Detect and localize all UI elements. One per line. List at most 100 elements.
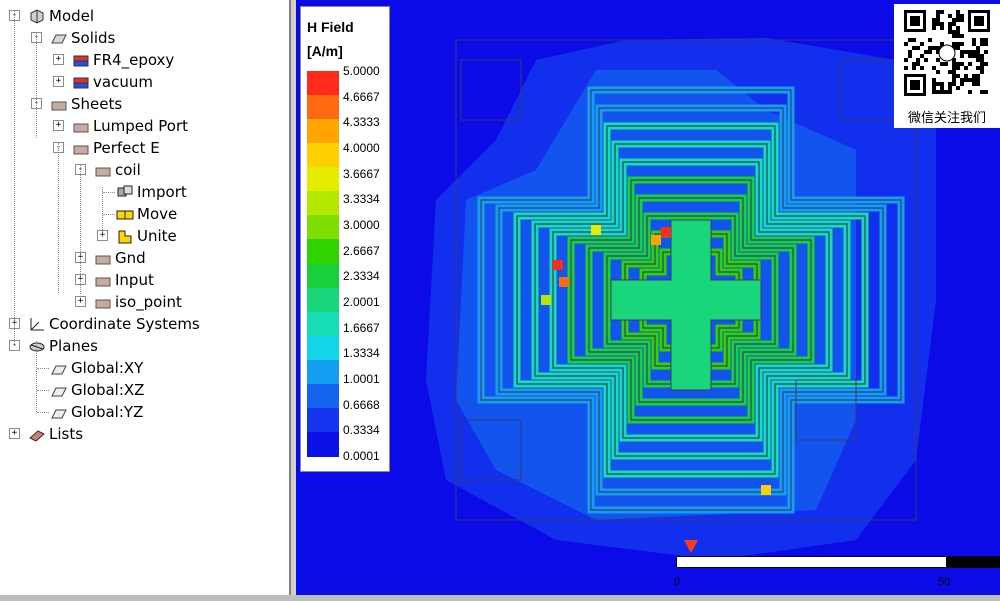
tree-item-label: Move [137, 205, 178, 223]
legend-tick-label: 1.0001 [343, 372, 380, 386]
tree-item-gnd[interactable]: + Gnd [0, 247, 289, 269]
tree-item-label: Input [115, 271, 154, 289]
tree-item-vacuum[interactable]: + vacuum [0, 71, 289, 93]
legend-tick-label: 0.6668 [343, 397, 380, 412]
material-icon [72, 52, 90, 67]
legend-swatch [307, 215, 339, 240]
material-icon [72, 74, 90, 89]
tree-item-label: Sheets [71, 95, 123, 113]
expand-icon[interactable]: + [53, 54, 64, 65]
tree-item-label: Solids [71, 29, 116, 47]
legend-swatch [307, 407, 339, 433]
tree-item-import[interactable]: Import [0, 181, 289, 203]
tree-item-sheets[interactable]: - Sheets [0, 93, 289, 115]
tree-item-label: Perfect E [93, 139, 160, 157]
legend-tick-label: 2.0001 [343, 295, 380, 309]
tree-item-label: Import [137, 183, 187, 201]
legend-tick-label: 3.6667 [343, 166, 380, 181]
tree-item-global-yz[interactable]: Global:YZ [0, 401, 289, 423]
tree-item-fr4-epoxy[interactable]: + FR4_epoxy [0, 49, 289, 71]
legend-tick-label: 4.6667 [343, 89, 380, 104]
tree-item-label: Lists [49, 425, 84, 443]
tree-item-coordinate-systems[interactable]: + Coordinate Systems [0, 313, 289, 335]
tree-item-iso-point[interactable]: + iso_point [0, 291, 289, 313]
sheet-icon [94, 272, 112, 287]
legend-tick-label: 2.3334 [343, 269, 380, 284]
legend-tick-label: 3.0000 [343, 218, 380, 232]
legend-swatch [307, 191, 339, 216]
legend-swatch [307, 71, 339, 96]
legend-swatch [307, 383, 339, 409]
expand-icon[interactable]: + [75, 296, 86, 307]
qr-code-icon [902, 8, 992, 98]
sheet-icon [72, 140, 90, 155]
legend-swatch [307, 431, 339, 457]
coordinate-systems-icon [28, 316, 46, 331]
tree-item-lists[interactable]: + Lists [0, 423, 289, 445]
plane-icon [50, 382, 68, 397]
tree-item-label: Model [49, 7, 95, 25]
tree-item-planes[interactable]: - Planes [0, 335, 289, 357]
tree-item-label: iso_point [115, 293, 182, 311]
legend-tick-label: 0.0001 [343, 449, 380, 463]
sheet-icon [94, 250, 112, 265]
plane-icon [50, 404, 68, 419]
tree-item-label: Coordinate Systems [49, 315, 200, 333]
lists-icon [28, 426, 46, 442]
tree-item-label: Gnd [115, 249, 146, 267]
scale-start-label: 0 [674, 576, 681, 588]
project-tree[interactable]: - Model - Solids + FR4_epoxy + vacuum - Sheets + Lu… [0, 0, 291, 595]
legend-tick-label: 0.3334 [343, 423, 380, 438]
legend-swatch [307, 311, 339, 337]
tree-item-coil[interactable]: - coil [0, 159, 289, 181]
tree-item-perfect-e[interactable]: - Perfect E [0, 137, 289, 159]
legend-tick-label: 1.6667 [343, 320, 380, 335]
tree-item-label: Global:YZ [71, 403, 144, 421]
tree-item-label: Global:XZ [71, 381, 145, 399]
scale-bar: 0 50 [674, 556, 1000, 588]
tree-item-lumped-port[interactable]: + Lumped Port [0, 115, 289, 137]
model-icon [28, 8, 46, 24]
color-legend: H Field [A/m] 5.0000 4.6667 4.3333 4.0000 3.… [300, 6, 390, 472]
legend-unit: [A/m] [307, 43, 343, 59]
tree-item-global-xz[interactable]: Global:XZ [0, 379, 289, 401]
tree-item-unite[interactable]: + Unite [0, 225, 289, 247]
status-strip [0, 595, 1000, 601]
legend-swatch [307, 359, 339, 385]
expand-icon[interactable]: + [9, 428, 20, 439]
legend-tick-label: 1.3334 [343, 346, 380, 361]
legend-tick-label: 5.0000 [343, 64, 380, 78]
tree-item-move[interactable]: Move [0, 203, 289, 225]
legend-swatch [307, 167, 339, 192]
tree-item-label: vacuum [93, 73, 153, 91]
tree-item-solids[interactable]: - Solids [0, 27, 289, 49]
legend-tick-label: 2.6667 [343, 243, 380, 258]
legend-swatch [307, 119, 339, 144]
sheet-icon [94, 162, 112, 177]
legend-swatch [307, 287, 339, 313]
solids-icon [50, 30, 68, 44]
tree-item-input[interactable]: + Input [0, 269, 289, 291]
legend-tick-label: 3.3334 [343, 192, 380, 207]
expand-icon[interactable]: + [53, 120, 64, 131]
sheet-icon [50, 96, 68, 111]
move-icon [116, 206, 134, 220]
tree-item-label: Planes [49, 337, 98, 355]
legend-swatch [307, 263, 339, 289]
expand-icon[interactable]: + [53, 76, 64, 87]
unite-icon [116, 228, 134, 244]
sheet-icon [72, 118, 90, 133]
tree-item-label: Global:XY [71, 359, 144, 377]
legend-swatch [307, 143, 339, 168]
tree-item-label: FR4_epoxy [93, 51, 175, 69]
legend-swatch [307, 95, 339, 120]
qr-caption: 微信关注我们 [907, 111, 986, 126]
tree-item-global-xy[interactable]: Global:XY [0, 357, 289, 379]
qr-code-panel: 微信关注我们 [894, 4, 1000, 128]
sheet-icon [94, 294, 112, 309]
legend-tick-label: 4.0000 [343, 141, 380, 155]
field-plot-viewport[interactable]: H Field [A/m] 5.0000 4.6667 4.3333 4.0000 3.… [296, 0, 1000, 595]
axis-marker-icon [684, 540, 698, 553]
plane-icon [50, 360, 68, 375]
tree-item-model[interactable]: - Model [0, 5, 289, 27]
